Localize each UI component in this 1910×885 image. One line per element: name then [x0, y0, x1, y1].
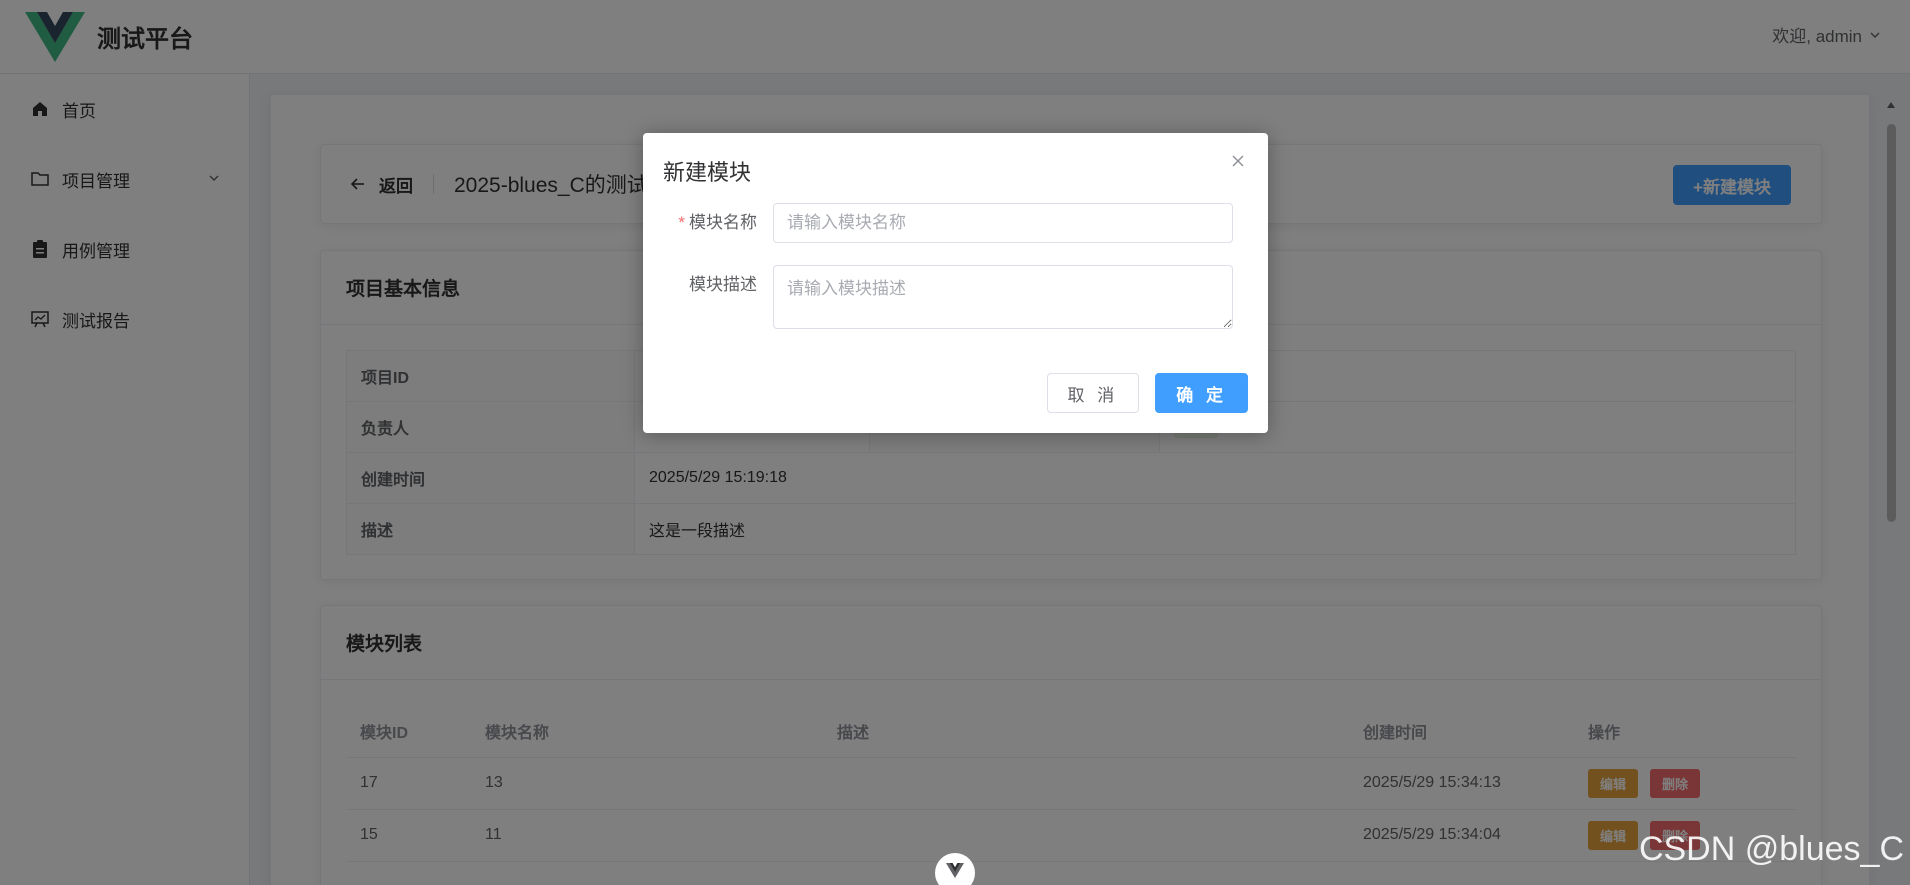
vue-logo-icon	[946, 863, 964, 878]
module-desc-label: 模块描述	[689, 275, 757, 294]
module-name-input[interactable]	[773, 203, 1233, 243]
close-icon[interactable]	[1228, 151, 1248, 171]
form-row-desc: 模块描述	[643, 265, 1233, 329]
module-name-label: * 模块名称	[643, 203, 773, 243]
cancel-button[interactable]: 取 消	[1046, 373, 1140, 413]
form-row-name: * 模块名称	[643, 203, 1233, 243]
floating-vue-badge[interactable]	[935, 853, 975, 885]
dialog-title: 新建模块	[663, 160, 752, 185]
label-text: 模块名称	[689, 213, 757, 232]
dialog-footer: 取 消 确 定	[1046, 373, 1248, 413]
module-desc-textarea[interactable]	[773, 265, 1233, 329]
confirm-button[interactable]: 确 定	[1155, 373, 1248, 413]
watermark: CSDN @blues_C	[1638, 830, 1904, 868]
new-module-dialog: 新建模块 *模块名称 模块描述 取 消 确 定	[643, 133, 1268, 433]
required-asterisk: *	[678, 213, 685, 232]
